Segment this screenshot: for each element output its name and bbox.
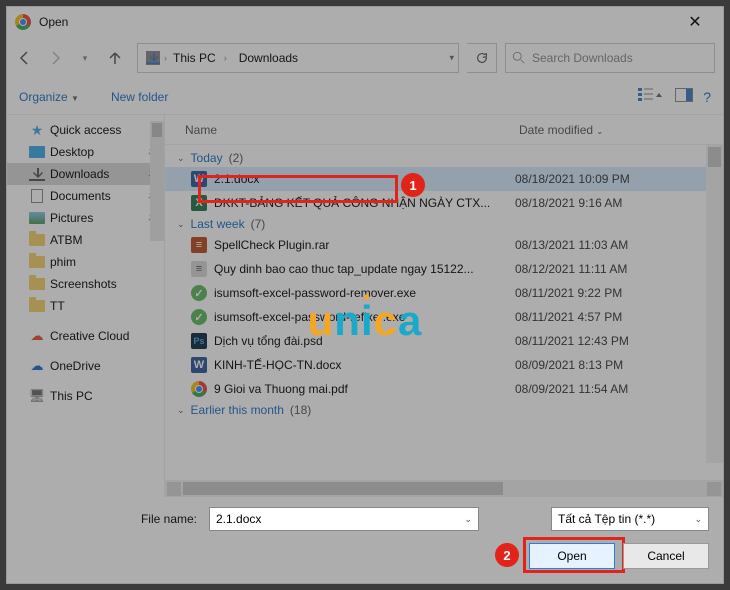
horizontal-scrollbar[interactable] bbox=[165, 480, 723, 497]
preview-pane-button[interactable] bbox=[675, 88, 693, 105]
filetype-dropdown-icon[interactable]: ⌄ bbox=[694, 514, 702, 525]
address-dropdown-icon[interactable]: ▾ bbox=[449, 53, 454, 64]
filetype-dropdown[interactable]: Tất cả Tệp tin (*.*) ⌄ bbox=[551, 507, 709, 531]
sidebar-onedrive[interactable]: ☁ OneDrive bbox=[7, 355, 164, 377]
folder-icon bbox=[29, 232, 45, 248]
filename-input[interactable]: 2.1.docx ⌄ bbox=[209, 507, 479, 531]
psd-icon: Ps bbox=[191, 333, 207, 349]
download-icon bbox=[29, 166, 45, 182]
chevron-down-icon: ⌄ bbox=[177, 153, 185, 164]
columns-header: Name Date modified ⌄ bbox=[165, 115, 723, 145]
sidebar-item-downloads[interactable]: Downloads bbox=[7, 163, 164, 185]
file-pane: Name Date modified ⌄ ⌄ Today (2) W2.1.do… bbox=[165, 115, 723, 497]
sidebar-creative-cloud[interactable]: ☁ Creative Cloud bbox=[7, 325, 164, 347]
sidebar-this-pc[interactable]: 🖥 This PC bbox=[7, 385, 164, 407]
breadcrumb[interactable]: › This PC› Downloads ▾ bbox=[137, 43, 459, 73]
sidebar-item-pictures[interactable]: Pictures bbox=[7, 207, 164, 229]
file-row[interactable]: ≡SpellCheck Plugin.rar 08/13/2021 11:03 … bbox=[165, 233, 723, 257]
chevron-down-icon: ⌄ bbox=[177, 405, 185, 416]
text-icon: ≡ bbox=[191, 261, 207, 277]
help-button[interactable]: ? bbox=[703, 89, 711, 105]
file-row[interactable]: ✓isumsoft-excel-password-remover.exe 08/… bbox=[165, 281, 723, 305]
navbar: ▾ › This PC› Downloads ▾ Search Download… bbox=[7, 37, 723, 79]
cancel-button[interactable]: Cancel bbox=[623, 543, 709, 569]
docx-icon: W bbox=[191, 357, 207, 373]
crumb-this-pc[interactable]: This PC› bbox=[167, 51, 233, 65]
vertical-scrollbar[interactable] bbox=[706, 145, 723, 463]
open-button[interactable]: Open bbox=[529, 543, 615, 569]
back-button[interactable] bbox=[11, 44, 39, 72]
exe-icon: ✓ bbox=[191, 309, 207, 325]
chrome-icon bbox=[15, 14, 31, 30]
onedrive-icon: ☁ bbox=[29, 358, 45, 374]
pc-icon: 🖥 bbox=[29, 388, 45, 404]
file-row[interactable]: ✓isumsoft-excel-password-refixer.exe 08/… bbox=[165, 305, 723, 329]
rar-icon: ≡ bbox=[191, 237, 207, 253]
group-last-week[interactable]: ⌄ Last week (7) bbox=[165, 215, 723, 233]
sidebar-item-tt[interactable]: TT bbox=[7, 295, 164, 317]
folder-icon bbox=[29, 298, 45, 314]
sidebar-item-atbm[interactable]: ATBM bbox=[7, 229, 164, 251]
column-date[interactable]: Date modified ⌄ bbox=[515, 123, 723, 137]
annotation-highlight-1 bbox=[198, 175, 398, 203]
creative-cloud-icon: ☁ bbox=[29, 328, 45, 344]
organize-menu[interactable]: Organize ▼ bbox=[19, 90, 79, 104]
group-earlier[interactable]: ⌄ Earlier this month (18) bbox=[165, 401, 723, 419]
sidebar-item-screenshots[interactable]: Screenshots bbox=[7, 273, 164, 295]
view-options-button[interactable] bbox=[637, 86, 665, 107]
close-button[interactable]: ✕ bbox=[675, 8, 715, 36]
annotation-badge-1: 1 bbox=[401, 173, 425, 197]
annotation-badge-2: 2 bbox=[495, 543, 519, 567]
search-input[interactable]: Search Downloads bbox=[505, 43, 715, 73]
dialog-title: Open bbox=[39, 15, 68, 29]
desktop-icon bbox=[29, 144, 45, 160]
search-icon bbox=[512, 51, 526, 65]
refresh-button[interactable] bbox=[467, 43, 497, 73]
recent-dropdown[interactable]: ▾ bbox=[71, 44, 99, 72]
document-icon bbox=[29, 188, 45, 204]
titlebar: Open ✕ bbox=[7, 7, 723, 37]
sidebar-item-documents[interactable]: Documents bbox=[7, 185, 164, 207]
search-placeholder: Search Downloads bbox=[532, 51, 633, 65]
toolbar: Organize ▼ New folder ? bbox=[7, 79, 723, 115]
folder-icon bbox=[29, 276, 45, 292]
column-name[interactable]: Name bbox=[165, 123, 515, 137]
pictures-icon bbox=[29, 210, 45, 226]
file-row[interactable]: PsDịch vụ tổng đài.psd 08/11/2021 12:43 … bbox=[165, 329, 723, 353]
star-icon: ★ bbox=[29, 122, 45, 138]
up-button[interactable] bbox=[101, 44, 129, 72]
exe-icon: ✓ bbox=[191, 285, 207, 301]
sidebar-scrollbar[interactable] bbox=[150, 121, 164, 241]
pdf-icon bbox=[191, 381, 207, 397]
filename-dropdown-icon[interactable]: ⌄ bbox=[464, 514, 472, 525]
forward-button[interactable] bbox=[41, 44, 69, 72]
file-row[interactable]: ≡Quy dinh bao cao thuc tap_update ngay 1… bbox=[165, 257, 723, 281]
downloads-folder-icon bbox=[146, 51, 160, 65]
sidebar-item-desktop[interactable]: Desktop bbox=[7, 141, 164, 163]
sidebar-quick-access[interactable]: ★ Quick access bbox=[7, 119, 164, 141]
group-today[interactable]: ⌄ Today (2) bbox=[165, 149, 723, 167]
file-row[interactable]: 9 Gioi va Thuong mai.pdf 08/09/2021 11:5… bbox=[165, 377, 723, 401]
file-row[interactable]: WKINH-TẾ-HỌC-TN.docx 08/09/2021 8:13 PM bbox=[165, 353, 723, 377]
sort-indicator-icon: ⌄ bbox=[596, 127, 603, 136]
new-folder-button[interactable]: New folder bbox=[111, 90, 168, 104]
crumb-downloads[interactable]: Downloads bbox=[233, 51, 304, 65]
filename-label: File name: bbox=[21, 512, 201, 526]
chevron-down-icon: ⌄ bbox=[177, 219, 185, 230]
folder-icon bbox=[29, 254, 45, 270]
sidebar-item-phim[interactable]: phim bbox=[7, 251, 164, 273]
sidebar: ★ Quick access Desktop Downloads Documen… bbox=[7, 115, 165, 497]
